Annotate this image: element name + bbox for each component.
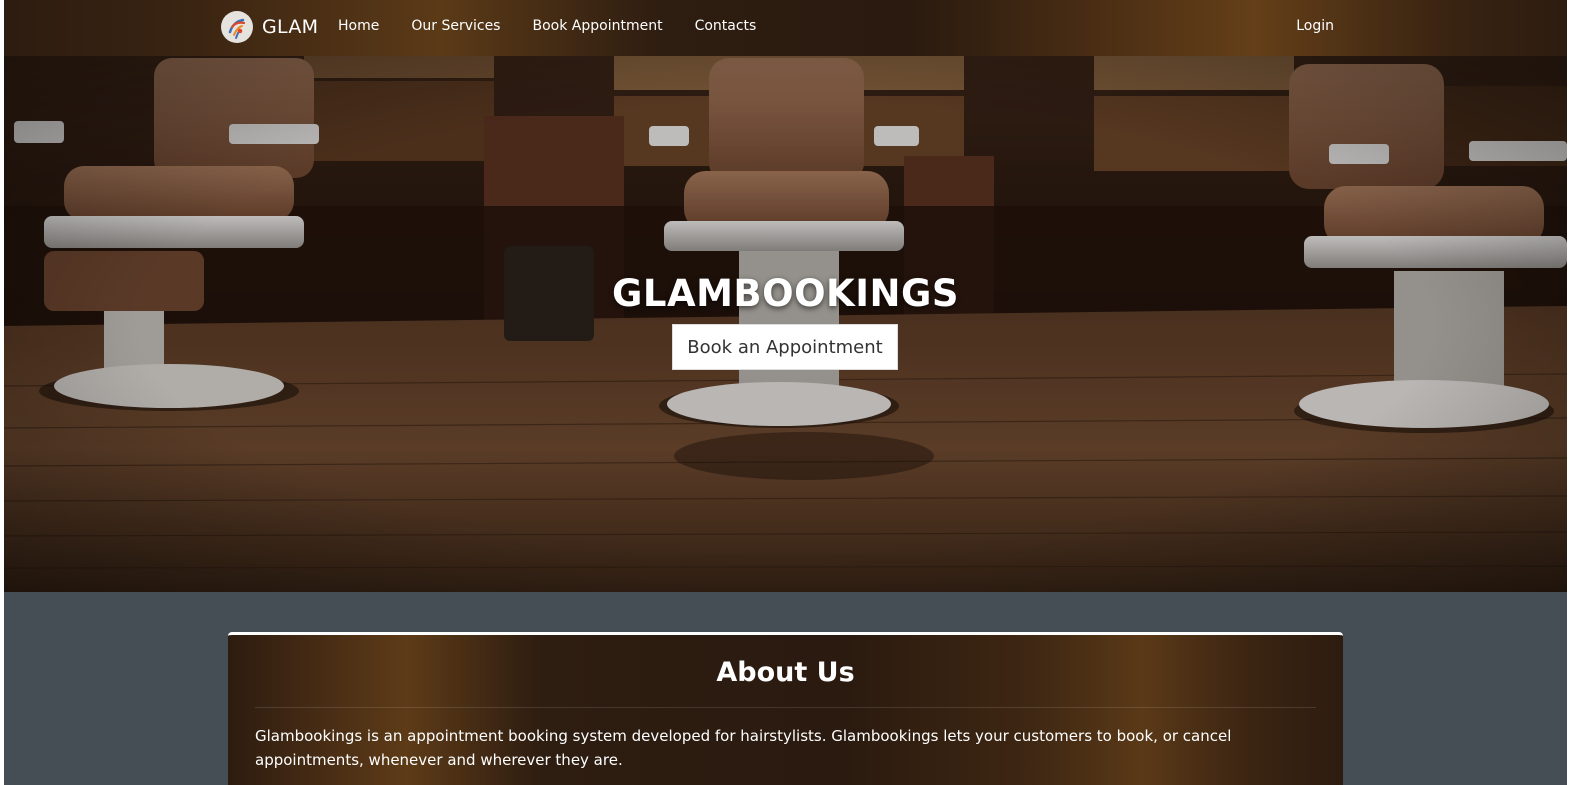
hero-banner: GLAMBOOKINGS Book an Appointment	[4, 56, 1567, 592]
brand-name: GLAM	[262, 16, 319, 38]
about-card: About Us Glambookings is an appointment …	[228, 632, 1343, 785]
stylist-logo-icon	[221, 11, 253, 43]
page: GLAM Home Our Services Book Appointment …	[4, 0, 1567, 785]
nav-home[interactable]: Home	[338, 18, 379, 34]
nav-book-appointment[interactable]: Book Appointment	[532, 18, 662, 34]
about-divider	[255, 707, 1316, 708]
about-title: About Us	[716, 657, 855, 688]
book-appointment-button[interactable]: Book an Appointment	[672, 324, 898, 370]
brand-link[interactable]: GLAM	[221, 10, 318, 44]
about-description: Glambookings is an appointment booking s…	[255, 727, 1232, 769]
hero-title: GLAMBOOKINGS	[612, 272, 959, 315]
login-link[interactable]: Login	[1296, 18, 1334, 34]
main-nav: Home Our Services Book Appointment Conta…	[338, 18, 788, 34]
nav-contacts[interactable]: Contacts	[695, 18, 757, 34]
nav-our-services[interactable]: Our Services	[411, 18, 500, 34]
top-navbar: GLAM Home Our Services Book Appointment …	[4, 0, 1567, 56]
